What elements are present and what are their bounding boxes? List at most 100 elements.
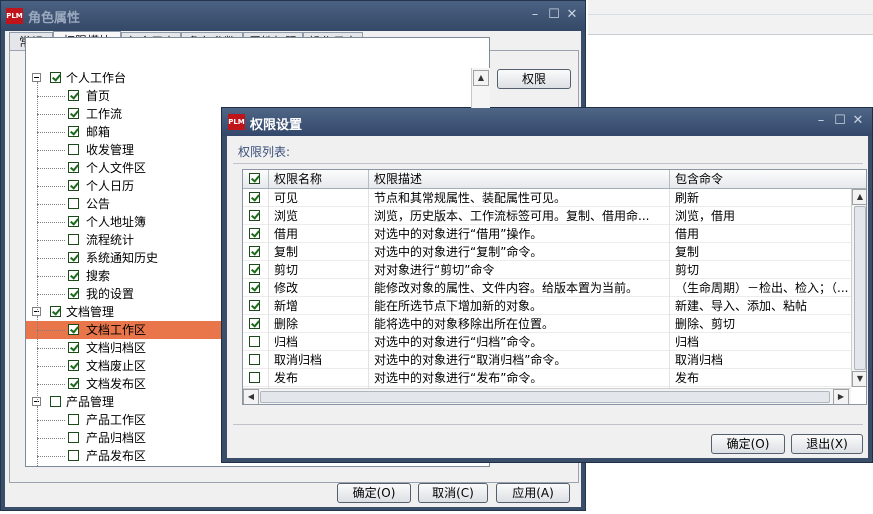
tree-node-label: 产品工作区 [86,413,147,427]
title-bar[interactable]: PLM 角色属性 – ☐ ✕ [1,1,585,31]
minimize-icon[interactable]: – [527,6,543,24]
tree-checkbox[interactable] [68,234,79,245]
tree-connector [37,168,65,169]
scroll-up-arrow-icon[interactable]: ▲ [852,189,866,205]
row-select-cell[interactable] [243,351,269,369]
row-checkbox[interactable] [249,318,260,329]
row-checkbox[interactable] [249,372,260,383]
tree-checkbox[interactable] [50,396,61,407]
row-select-cell[interactable] [243,369,269,387]
row-checkbox[interactable] [249,192,260,203]
table-row[interactable]: 浏览 浏览，历史版本、工作流标签可用。复制、借用命... 浏览，借用 [243,207,853,225]
tree-node-label: 产品发布区 [86,449,147,463]
permission-button[interactable]: 权限 [497,69,571,89]
ok-button[interactable]: 确定(O) [337,483,411,503]
permission-desc-cell: 对选中的对象进行“发布”命令。 [369,369,670,387]
tree-checkbox[interactable] [68,162,79,173]
table-row[interactable]: 发布 对选中的对象进行“发布”命令。 发布 [243,369,853,387]
header-permission-name[interactable]: 权限名称 [269,170,369,188]
header-select-all[interactable] [243,170,269,188]
apply-button[interactable]: 应用(A) [496,483,570,503]
table-row[interactable]: 取消归档 对选中的对象进行“取消归档”命令。 取消归档 [243,351,853,369]
dialog-ok-button[interactable]: 确定(O) [711,434,785,454]
tree-checkbox[interactable] [68,324,79,335]
maximize-icon[interactable]: ☐ [832,112,848,130]
included-commands-cell: 删除、剪切 [670,315,866,333]
scroll-up-arrow-icon[interactable]: ▲ [473,70,489,86]
tree-checkbox[interactable] [50,72,61,83]
row-select-cell[interactable] [243,243,269,261]
scroll-left-arrow-icon[interactable]: ◀ [243,389,259,404]
scroll-thumb[interactable] [854,206,866,370]
table-vertical-scrollbar[interactable]: ▲ ▼ [851,189,866,387]
permission-name-cell: 可见 [269,189,369,207]
row-checkbox[interactable] [249,282,260,293]
tree-checkbox[interactable] [68,288,79,299]
row-select-cell[interactable] [243,207,269,225]
row-checkbox[interactable] [249,354,260,365]
tree-checkbox[interactable] [68,144,79,155]
tree-vertical-scrollbar[interactable]: ▲ [471,68,490,108]
tree-checkbox[interactable] [68,216,79,227]
tree-node-label: 流程统计 [86,233,135,247]
tree-checkbox[interactable] [68,342,79,353]
scroll-right-arrow-icon[interactable]: ▶ [833,389,849,404]
row-select-cell[interactable] [243,315,269,333]
tree-checkbox[interactable] [68,450,79,461]
tree-checkbox[interactable] [68,252,79,263]
tree-connector [37,438,65,439]
permission-name-cell: 借用 [269,225,369,243]
tree-checkbox[interactable] [68,360,79,371]
permission-settings-dialog: PLM 权限设置 – ☐ ✕ 权限列表: 权限名称 权限描述 包含命令 可见 节点… [221,107,873,463]
table-row[interactable]: 删除 能将选中的对象移除出所在位置。 删除、剪切 [243,315,853,333]
maximize-icon[interactable]: ☐ [546,6,562,24]
row-select-cell[interactable] [243,297,269,315]
row-checkbox[interactable] [249,246,260,257]
tree-checkbox[interactable] [68,378,79,389]
row-select-cell[interactable] [243,189,269,207]
row-checkbox[interactable] [249,336,260,347]
tree-group-node[interactable]: 个人工作台 [26,69,489,87]
select-all-checkbox[interactable] [249,173,260,184]
tree-checkbox[interactable] [68,414,79,425]
tree-leaf-node[interactable]: 首页 [26,87,489,105]
table-row[interactable]: 可见 节点和其常规属性、装配属性可见。 刷新 [243,189,853,207]
table-row[interactable]: 复制 对选中的对象进行“复制”命令。 复制 [243,243,853,261]
cancel-button[interactable]: 取消(C) [418,483,488,503]
close-icon[interactable]: ✕ [850,112,866,130]
table-row[interactable]: 归档 对选中的对象进行“归档”命令。 归档 [243,333,853,351]
row-checkbox[interactable] [249,228,260,239]
dialog-title-bar[interactable]: PLM 权限设置 – ☐ ✕ [222,108,872,136]
tree-checkbox[interactable] [68,198,79,209]
tree-node-label: 产品归档区 [86,431,147,445]
row-checkbox[interactable] [249,210,260,221]
tree-checkbox[interactable] [68,90,79,101]
tree-checkbox[interactable] [68,108,79,119]
tree-checkbox[interactable] [68,126,79,137]
minimize-icon[interactable]: – [813,112,829,130]
collapse-icon[interactable] [32,73,41,82]
close-icon[interactable]: ✕ [564,6,580,24]
row-select-cell[interactable] [243,333,269,351]
table-row[interactable]: 借用 对选中的对象进行“借用”操作。 借用 [243,225,853,243]
table-row[interactable]: 新增 能在所选节点下增加新的对象。 新建、导入、添加、粘帖 [243,297,853,315]
dialog-exit-button[interactable]: 退出(X) [791,434,863,454]
tree-checkbox[interactable] [68,432,79,443]
tree-checkbox[interactable] [68,270,79,281]
row-select-cell[interactable] [243,261,269,279]
tree-node-label: 文档归档区 [86,341,147,355]
tree-checkbox[interactable] [50,306,61,317]
row-checkbox[interactable] [249,264,260,275]
header-included-commands[interactable]: 包含命令 [670,170,866,188]
row-select-cell[interactable] [243,279,269,297]
table-horizontal-scrollbar[interactable]: ◀ ▶ [243,388,851,404]
row-checkbox[interactable] [249,300,260,311]
scroll-down-arrow-icon[interactable]: ▼ [852,371,866,387]
tree-node-label: 文档工作区 [86,323,147,337]
tree-checkbox[interactable] [68,180,79,191]
table-row[interactable]: 剪切 对对象进行“剪切”命令 剪切 [243,261,853,279]
row-select-cell[interactable] [243,225,269,243]
scroll-thumb[interactable] [260,391,830,403]
header-permission-desc[interactable]: 权限描述 [369,170,670,188]
table-row[interactable]: 修改 能修改对象的属性、文件内容。给版本置为当前。 （生命周期）－检出、检入；（..… [243,279,853,297]
